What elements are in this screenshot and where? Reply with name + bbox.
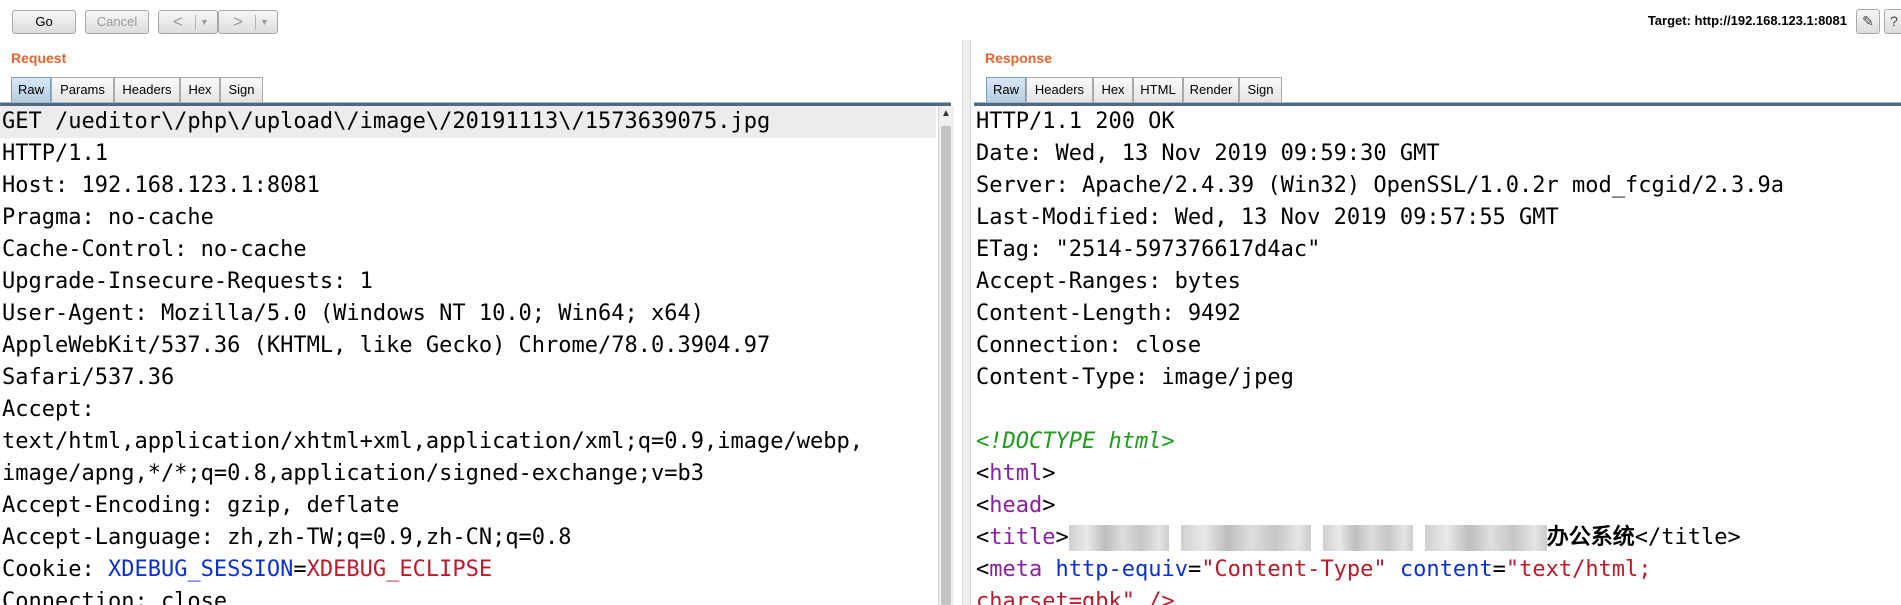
- response-title: Response: [985, 50, 1052, 66]
- lt: <: [976, 525, 990, 550]
- request-line: image/apng,*/*;q=0.8,application/signed-…: [2, 461, 704, 486]
- title-text: 办公系统: [1546, 525, 1635, 550]
- request-line: Cache-Control: no-cache: [2, 237, 307, 262]
- response-line: Content-Length: 9492: [976, 301, 1241, 326]
- title-tag: title: [989, 525, 1056, 550]
- response-editor[interactable]: HTTP/1.1 200 OK Date: Wed, 13 Nov 2019 0…: [974, 106, 1901, 605]
- request-scrollbar[interactable]: ▲: [938, 106, 954, 605]
- lt: <: [976, 493, 990, 518]
- head-tag: head: [989, 493, 1043, 518]
- request-line: text/html,application/xhtml+xml,applicat…: [2, 429, 863, 454]
- request-line: Safari/537.36: [2, 365, 175, 390]
- meta-attr: http-equiv: [1055, 557, 1188, 582]
- response-line: Server: Apache/2.4.39 (Win32) OpenSSL/1.…: [976, 173, 1784, 198]
- forward-button[interactable]: > ▼: [218, 10, 278, 34]
- request-line: AppleWebKit/537.36 (KHTML, like Gecko) C…: [2, 333, 771, 358]
- gt: >: [1042, 461, 1056, 486]
- button-separator: [195, 15, 196, 30]
- title-close: </title>: [1634, 525, 1741, 550]
- redacted-text: [1322, 525, 1413, 551]
- request-line: User-Agent: Mozilla/5.0 (Windows NT 10.0…: [2, 301, 704, 326]
- eq: =: [1187, 557, 1202, 582]
- response-line: Date: Wed, 13 Nov 2019 09:59:30 GMT: [976, 141, 1440, 166]
- tab-headers[interactable]: Headers: [114, 77, 180, 102]
- meta-tag-line: <meta http-equiv="Content-Type" content=…: [974, 554, 1901, 586]
- split-divider[interactable]: [962, 40, 971, 605]
- response-line: Accept-Ranges: bytes: [976, 269, 1241, 294]
- cookie-eq: =: [293, 557, 307, 582]
- scroll-thumb[interactable]: [941, 126, 951, 605]
- request-line: GET /ueditor\/php\/upload\/image\/201911…: [0, 106, 936, 138]
- edit-target-button[interactable]: ✎: [1856, 9, 1880, 34]
- response-line: Content-Type: image/jpeg: [976, 365, 1294, 390]
- lt: <: [976, 461, 990, 486]
- meta-value: "Content-Type": [1201, 557, 1387, 582]
- tab-hex[interactable]: Hex: [1093, 77, 1133, 102]
- forward-arrow-icon: >: [233, 12, 243, 31]
- tab-html[interactable]: HTML: [1133, 77, 1183, 102]
- tab-raw[interactable]: Raw: [986, 77, 1026, 102]
- redacted-text: [1424, 525, 1547, 551]
- tab-render[interactable]: Render: [1183, 77, 1239, 102]
- meta-value: "text/html;: [1505, 557, 1652, 582]
- chevron-down-icon: ▼: [260, 17, 269, 27]
- request-line: Accept-Language: zh,zh-TW;q=0.9,zh-CN;q=…: [2, 525, 572, 550]
- toolbar: Go Cancel < ▼ > ▼ Target: http://192.168…: [0, 0, 1901, 40]
- scroll-up-arrow-icon[interactable]: ▲: [941, 108, 951, 119]
- cookie-line: Cookie: XDEBUG_SESSION=XDEBUG_ECLIPSE: [0, 554, 936, 586]
- tab-sign[interactable]: Sign: [220, 77, 263, 102]
- help-button[interactable]: ?: [1884, 9, 1901, 34]
- tab-sign[interactable]: Sign: [1239, 77, 1282, 102]
- html-tag: html: [989, 461, 1043, 486]
- tab-raw[interactable]: Raw: [11, 77, 51, 102]
- meta-continued-line: charset=gbk" />: [976, 589, 1175, 605]
- lt: <: [976, 557, 990, 582]
- tab-headers[interactable]: Headers: [1026, 77, 1093, 102]
- meta-attr: content: [1399, 557, 1493, 582]
- help-icon: ?: [1890, 13, 1898, 29]
- title-tag-line: <title> 办公系统</title>: [974, 522, 1901, 554]
- head-tag-line: <head>: [974, 490, 1901, 522]
- chevron-down-icon: ▼: [200, 17, 209, 27]
- request-line: Pragma: no-cache: [2, 205, 214, 230]
- request-line: Upgrade-Insecure-Requests: 1: [2, 269, 373, 294]
- back-arrow-icon: <: [173, 12, 183, 31]
- eq: =: [1492, 557, 1506, 582]
- request-title: Request: [11, 50, 67, 66]
- gt: >: [1042, 493, 1056, 518]
- response-line: Connection: close: [976, 333, 1202, 358]
- doctype-line: <!DOCTYPE html>: [976, 429, 1175, 454]
- request-line: Host: 192.168.123.1:8081: [2, 173, 320, 198]
- request-line: Accept:: [2, 397, 95, 422]
- pencil-icon: ✎: [1862, 13, 1874, 29]
- response-line: ETag: "2514-597376617d4ac": [976, 237, 1321, 262]
- gt: >: [1055, 525, 1069, 550]
- cookie-prefix: Cookie:: [2, 557, 108, 582]
- request-line: Accept-Encoding: gzip, deflate: [2, 493, 400, 518]
- tab-params[interactable]: Params: [51, 77, 114, 102]
- request-editor[interactable]: GET /ueditor\/php\/upload\/image\/201911…: [0, 106, 936, 605]
- go-button[interactable]: Go: [12, 10, 76, 34]
- redacted-text: [1068, 525, 1169, 551]
- redacted-text: [1180, 525, 1311, 551]
- back-button[interactable]: < ▼: [158, 10, 218, 34]
- html-tag-line: <html>: [974, 458, 1901, 490]
- tab-hex[interactable]: Hex: [180, 77, 220, 102]
- meta-tag: meta: [989, 557, 1043, 582]
- button-separator: [255, 15, 256, 30]
- cookie-value: XDEBUG_ECLIPSE: [306, 557, 493, 582]
- cancel-button[interactable]: Cancel: [85, 10, 149, 34]
- response-line: HTTP/1.1 200 OK: [976, 109, 1175, 134]
- target-label: Target: http://192.168.123.1:8081: [1647, 13, 1847, 28]
- response-line: Last-Modified: Wed, 13 Nov 2019 09:57:55…: [976, 205, 1559, 230]
- request-line: HTTP/1.1: [2, 141, 108, 166]
- request-line: Connection: close: [2, 589, 228, 605]
- response-line: [974, 394, 1901, 426]
- cookie-key: XDEBUG_SESSION: [107, 557, 294, 582]
